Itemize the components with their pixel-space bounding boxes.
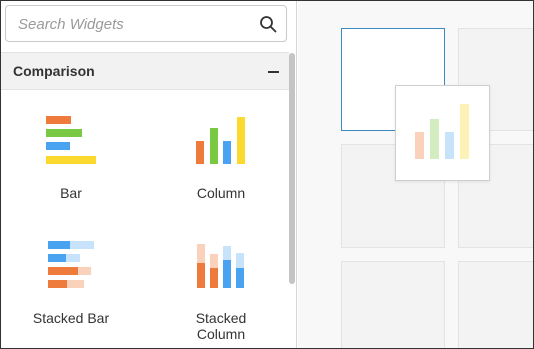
search-icon[interactable] bbox=[259, 15, 277, 33]
widget-bar[interactable]: Bar bbox=[11, 109, 131, 219]
widget-label: Bar bbox=[60, 185, 82, 201]
widget-stacked-column[interactable]: Stacked Column bbox=[161, 234, 281, 344]
widget-label: Stacked Bar bbox=[32, 310, 110, 326]
group-title: Comparison bbox=[13, 63, 95, 79]
drag-preview[interactable] bbox=[395, 85, 490, 181]
widget-panel: Comparison Bar Column bbox=[1, 1, 297, 348]
widget-label: Stacked Column bbox=[195, 310, 247, 342]
column-chart-icon bbox=[196, 117, 245, 164]
widget-stacked-bar[interactable]: Stacked Bar bbox=[11, 234, 131, 344]
bar-chart-icon bbox=[46, 116, 96, 164]
panel-scrollbar[interactable] bbox=[289, 53, 295, 284]
canvas-cell[interactable] bbox=[458, 261, 533, 348]
dashboard-designer: Comparison Bar Column bbox=[0, 0, 534, 349]
search-input[interactable] bbox=[18, 13, 254, 35]
search-box bbox=[5, 5, 287, 42]
widget-column[interactable]: Column bbox=[161, 109, 281, 219]
widget-label: Column bbox=[196, 185, 246, 201]
stacked-column-chart-icon bbox=[197, 244, 244, 288]
column-chart-icon bbox=[415, 104, 469, 159]
group-header-comparison[interactable]: Comparison bbox=[1, 52, 289, 90]
canvas-cell[interactable] bbox=[341, 261, 445, 348]
minus-icon[interactable] bbox=[268, 71, 279, 73]
stacked-bar-chart-icon bbox=[48, 241, 94, 288]
design-canvas[interactable] bbox=[298, 1, 533, 348]
